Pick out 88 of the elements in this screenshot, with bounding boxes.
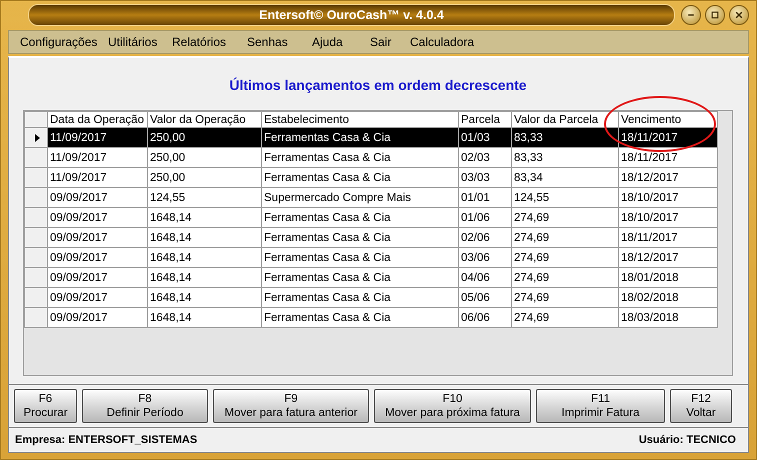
table-cell: 250,00	[148, 128, 262, 148]
table-cell: 18/11/2017	[618, 228, 718, 248]
maximize-button[interactable]	[705, 5, 725, 25]
table-cell: Ferramentas Casa & Cia	[262, 148, 458, 168]
function-button[interactable]: F12 Voltar	[670, 389, 732, 423]
table-cell: 18/10/2017	[618, 188, 718, 208]
table-cell: 1648,14	[148, 228, 262, 248]
table-cell: 11/09/2017	[48, 168, 148, 188]
table-cell: 18/11/2017	[618, 128, 718, 148]
table-cell: 09/09/2017	[48, 308, 148, 328]
table-cell: 09/09/2017	[48, 188, 148, 208]
table-cell: 18/02/2018	[618, 288, 718, 308]
table-cell: 03/06	[458, 248, 512, 268]
table-cell: 02/06	[458, 228, 512, 248]
table-cell: 1648,14	[148, 208, 262, 228]
table-cell: 09/09/2017	[48, 268, 148, 288]
table-cell: Ferramentas Casa & Cia	[262, 168, 458, 188]
table-cell: 01/06	[458, 208, 512, 228]
user-label: Usuário: TECNICO	[638, 434, 736, 446]
table-cell: 1648,14	[148, 268, 262, 288]
function-button[interactable]: F11 Imprimir Fatura	[536, 389, 665, 423]
table-cell: 18/03/2018	[618, 308, 718, 328]
column-header: Valor da Operação	[148, 112, 262, 128]
table-cell: 03/03	[458, 168, 512, 188]
table-cell: Ferramentas Casa & Cia	[262, 268, 458, 288]
menu-item[interactable]: Relatórios	[172, 35, 247, 49]
table-cell: 274,69	[512, 268, 618, 288]
row-pointer-icon	[35, 134, 40, 142]
table-cell: Ferramentas Casa & Cia	[262, 228, 458, 248]
table-cell: 274,69	[512, 228, 618, 248]
table-cell: 83,33	[512, 128, 618, 148]
column-header: Parcela	[458, 112, 512, 128]
table-cell: 250,00	[148, 148, 262, 168]
table-cell: 83,34	[512, 168, 618, 188]
table-cell: 274,69	[512, 208, 618, 228]
table-cell: 09/09/2017	[48, 288, 148, 308]
table-cell: Ferramentas Casa & Cia	[262, 128, 458, 148]
table-cell: 124,55	[148, 188, 262, 208]
table-cell: 83,33	[512, 148, 618, 168]
table-cell: 274,69	[512, 288, 618, 308]
table-cell: 274,69	[512, 248, 618, 268]
menu-item[interactable]: Senhas	[247, 35, 312, 49]
table-cell: Ferramentas Casa & Cia	[262, 288, 458, 308]
minimize-button[interactable]	[681, 5, 701, 25]
menu-item[interactable]: Ajuda	[312, 35, 370, 49]
table-cell: 1648,14	[148, 248, 262, 268]
table-cell: 06/06	[458, 308, 512, 328]
table-cell: 1648,14	[148, 288, 262, 308]
function-button[interactable]: F9 Mover para fatura anterior	[213, 389, 369, 423]
table-cell: 04/06	[458, 268, 512, 288]
function-button[interactable]: F10 Mover para próxima fatura	[374, 389, 531, 423]
table-cell: 250,00	[148, 168, 262, 188]
company-label: Empresa: ENTERSOFT_SISTEMAS	[15, 434, 198, 446]
table-cell: 01/01	[458, 188, 512, 208]
menu-item[interactable]: Calculadora	[410, 35, 474, 49]
table-cell: 1648,14	[148, 308, 262, 328]
table-cell: Ferramentas Casa & Cia	[262, 248, 458, 268]
table-cell: Supermercado Compre Mais	[262, 188, 458, 208]
table-cell: 09/09/2017	[48, 228, 148, 248]
column-header: Estabelecimento	[262, 112, 458, 128]
table-cell: 05/06	[458, 288, 512, 308]
menu-item[interactable]: Configurações	[20, 35, 108, 49]
table-cell: 18/11/2017	[618, 148, 718, 168]
close-button[interactable]	[729, 5, 749, 25]
column-header: Vencimento	[618, 112, 718, 128]
table-cell: 01/03	[458, 128, 512, 148]
table-cell: 11/09/2017	[48, 148, 148, 168]
table-cell: Ferramentas Casa & Cia	[262, 208, 458, 228]
column-header: Data da Operação	[48, 112, 148, 128]
table-cell: Ferramentas Casa & Cia	[262, 308, 458, 328]
function-button[interactable]: F6 Procurar	[14, 389, 77, 423]
table-cell: 18/12/2017	[618, 248, 718, 268]
table-cell: 02/03	[458, 148, 512, 168]
table-cell: 18/10/2017	[618, 208, 718, 228]
table-cell: 124,55	[512, 188, 618, 208]
function-button[interactable]: F8 Definir Período	[82, 389, 208, 423]
table-cell: 09/09/2017	[48, 208, 148, 228]
window-title: Entersoft© OuroCash™ v. 4.0.4	[259, 8, 444, 22]
table-cell: 18/01/2018	[618, 268, 718, 288]
table-cell: 11/09/2017	[48, 128, 148, 148]
menu-item[interactable]: Utilitários	[108, 35, 172, 49]
page-heading: Últimos lançamentos em ordem decrescente	[229, 77, 527, 93]
table-cell: 18/12/2017	[618, 168, 718, 188]
table-cell: 274,69	[512, 308, 618, 328]
column-header: Valor da Parcela	[512, 112, 618, 128]
table-cell: 09/09/2017	[48, 248, 148, 268]
row-selector[interactable]	[24, 128, 48, 148]
menu-item[interactable]: Sair	[370, 35, 410, 49]
